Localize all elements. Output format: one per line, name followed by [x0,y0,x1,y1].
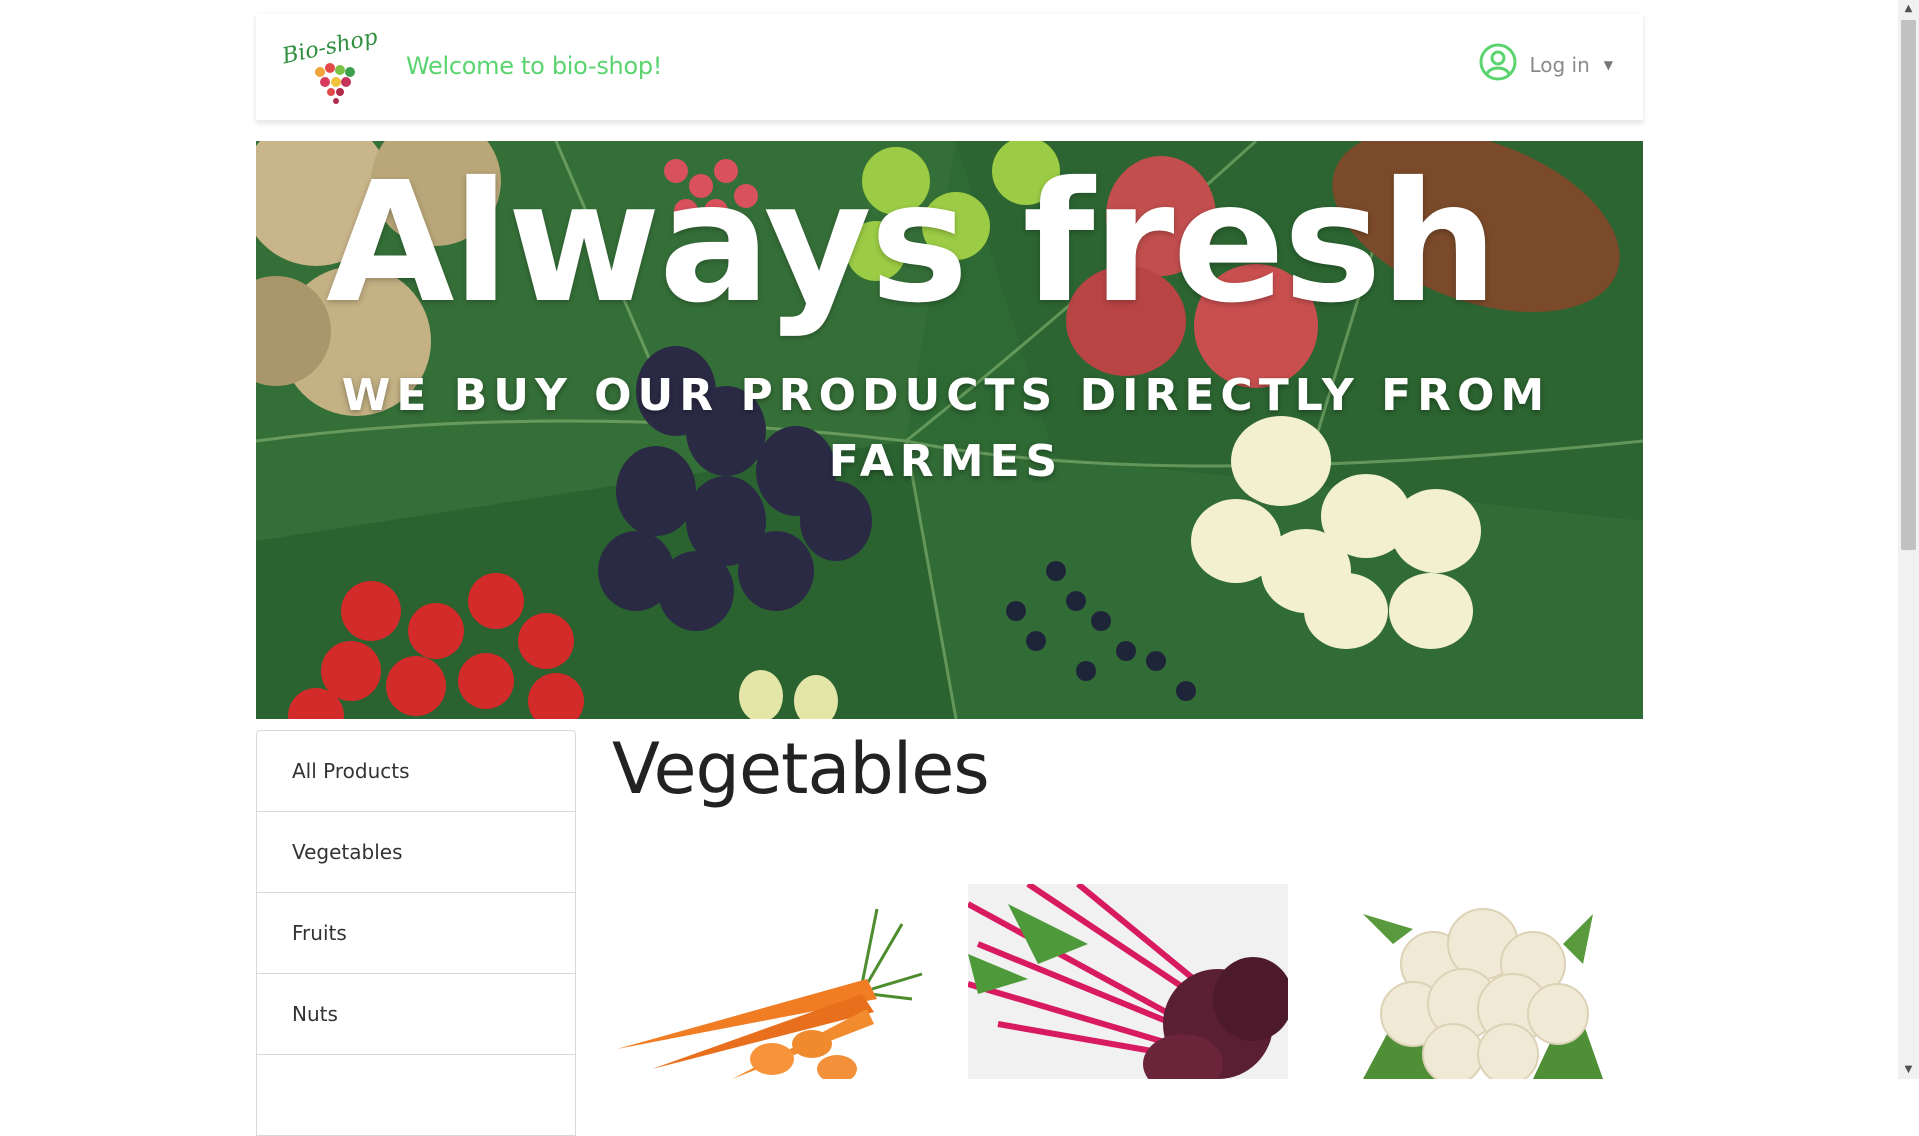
user-circle-icon [1479,43,1517,86]
scroll-up-arrow-icon[interactable]: ▲ [1898,0,1919,18]
product-image-carrots[interactable] [612,884,932,1079]
scrollbar-thumb[interactable] [1901,20,1916,550]
caret-down-icon: ▼ [1603,57,1613,72]
sidebar-item-vegetables[interactable]: Vegetables [257,812,575,893]
sidebar-item-all-products[interactable]: All Products [257,731,575,812]
sidebar-item-label: Fruits [292,921,347,945]
page-scrollbar[interactable]: ▲ ▼ [1898,0,1919,1079]
hero-banner: Always fresh WE BUY OUR PRODUCTS DIRECTL… [256,141,1643,719]
sidebar-item-fruits[interactable]: Fruits [257,893,575,974]
page-title: Vegetables [612,728,990,810]
sidebar-item-more[interactable] [257,1055,575,1135]
category-sidebar: All Products Vegetables Fruits Nuts [256,730,576,1136]
bio-shop-logo[interactable]: Bio-shop [278,24,386,106]
navbar: Bio-shop Welcome to bio-shop! Log in ▼ [256,14,1643,121]
sidebar-item-label: All Products [292,759,410,783]
login-label: Log in [1529,52,1590,77]
welcome-text: Welcome to bio-shop! [406,52,663,80]
hero-subtitle: WE BUY OUR PRODUCTS DIRECTLY FROM FARMES [341,370,1551,487]
product-image-cauliflower[interactable] [1323,884,1643,1079]
hero-title: Always fresh [326,147,1498,340]
login-dropdown[interactable]: Log in ▼ [1479,43,1613,86]
sidebar-item-nuts[interactable]: Nuts [257,974,575,1055]
sidebar-item-label: Nuts [292,1002,338,1026]
sidebar-item-label: Vegetables [292,840,403,864]
scroll-down-arrow-icon[interactable]: ▼ [1898,1061,1919,1079]
svg-text:Bio-shop: Bio-shop [279,25,380,70]
product-image-beetroot[interactable] [968,884,1288,1079]
